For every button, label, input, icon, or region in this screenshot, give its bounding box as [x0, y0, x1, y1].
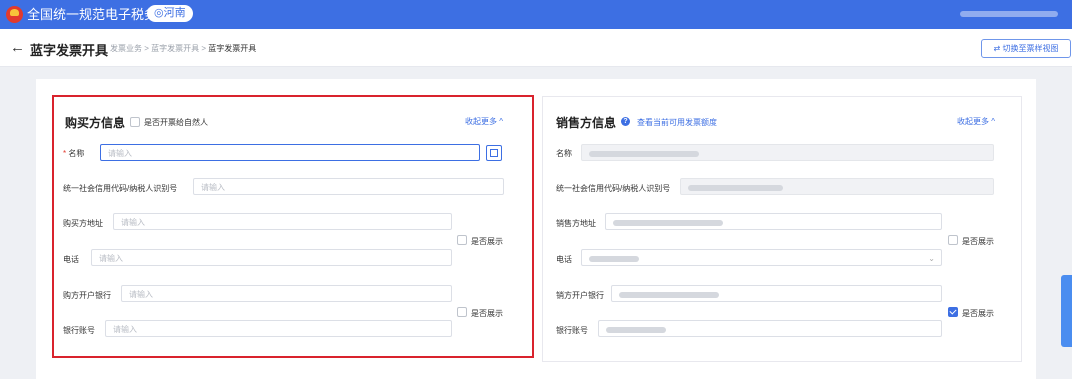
user-name-redacted [960, 11, 1058, 18]
buyer-account-input[interactable]: 请输入 [105, 320, 452, 337]
seller-account-input[interactable] [598, 320, 942, 337]
buyer-tax-id-label: 统一社会信用代码/纳税人识别号 [63, 184, 178, 193]
buyer-info-title: 购买方信息 [65, 116, 126, 130]
redacted-value [606, 326, 666, 333]
side-float-tab[interactable] [1061, 275, 1072, 347]
seller-bank-label: 销方开户银行 [556, 291, 604, 300]
buyer-name-label: * 名称 [63, 149, 85, 158]
seller-phone-label: 电话 [556, 255, 572, 264]
region-badge[interactable]: ◎河南 [147, 5, 193, 22]
seller-address-label: 销售方地址 [556, 219, 596, 228]
seller-bank-show-checkbox[interactable] [948, 307, 958, 317]
seller-bank-input[interactable] [611, 285, 942, 302]
buyer-address-input[interactable]: 请输入 [113, 213, 452, 230]
natural-person-checkbox[interactable] [130, 117, 140, 127]
seller-tax-id-label: 统一社会信用代码/纳税人识别号 [556, 184, 671, 193]
redacted-value [619, 291, 719, 298]
redacted-value [589, 150, 699, 157]
page-header: ← 蓝字发票开具 发票业务 > 蓝字发票开具 > 蓝字发票开具 ⇄ 切换至票样视… [0, 29, 1072, 67]
redacted-value [688, 184, 783, 191]
switch-view-button[interactable]: ⇄ 切换至票样视图 [981, 39, 1071, 58]
buyer-address-show-checkbox[interactable] [457, 235, 467, 245]
buyer-phone-label: 电话 [63, 255, 79, 264]
buyer-bank-label: 购方开户银行 [63, 291, 111, 300]
redacted-value [589, 255, 639, 262]
buyer-account-label: 银行账号 [63, 326, 95, 335]
buyer-collapse-link[interactable]: 收起更多 ^ [465, 116, 503, 127]
buyer-tax-id-input[interactable]: 请输入 [193, 178, 504, 195]
quota-link[interactable]: 查看当前可用发票额度 [637, 117, 717, 128]
user-menu[interactable] [956, 9, 1058, 20]
breadcrumb-current: 蓝字发票开具 [208, 44, 257, 53]
seller-info-title: 销售方信息 [556, 116, 617, 130]
seller-address-show-checkbox[interactable] [948, 235, 958, 245]
back-arrow-icon[interactable]: ← [10, 39, 25, 56]
buyer-address-show-label: 是否展示 [471, 237, 503, 246]
info-icon[interactable]: ? [621, 117, 630, 126]
seller-tax-id-input[interactable] [680, 178, 994, 195]
breadcrumb-item[interactable]: 蓝字发票开具 [151, 44, 199, 53]
buyer-bank-show-label: 是否展示 [471, 309, 503, 318]
seller-name-input[interactable] [581, 144, 994, 161]
buyer-bank-input[interactable]: 请输入 [121, 285, 452, 302]
buyer-info-panel: 购买方信息 是否开票给自然人 收起更多 ^ * 名称 请输入 统一社会信用代码/… [52, 95, 534, 358]
breadcrumb: 发票业务 > 蓝字发票开具 > 蓝字发票开具 [110, 44, 257, 53]
buyer-picker-icon[interactable] [486, 145, 502, 161]
breadcrumb-item[interactable]: 发票业务 [110, 44, 142, 53]
seller-address-input[interactable] [605, 213, 942, 230]
seller-collapse-link[interactable]: 收起更多 ^ [957, 116, 995, 127]
seller-bank-show-label: 是否展示 [962, 309, 994, 318]
page-title: 蓝字发票开具 [30, 43, 109, 58]
buyer-phone-input[interactable]: 请输入 [91, 249, 452, 266]
seller-name-label: 名称 [556, 149, 572, 158]
redacted-value [613, 219, 723, 226]
buyer-name-input[interactable]: 请输入 [100, 144, 480, 161]
seller-info-panel: 销售方信息 ? 查看当前可用发票额度 收起更多 ^ 名称 统一社会信用代码/纳税… [542, 96, 1022, 362]
buyer-bank-show-checkbox[interactable] [457, 307, 467, 317]
tax-emblem-icon [6, 6, 23, 23]
seller-account-label: 银行账号 [556, 326, 588, 335]
seller-address-show-label: 是否展示 [962, 237, 994, 246]
chevron-down-icon[interactable]: ⌄ [928, 250, 935, 267]
seller-phone-select[interactable]: ⌄ [581, 249, 942, 266]
top-bar: 全国统一规范电子税务局 ◎河南 [0, 0, 1072, 29]
natural-person-label: 是否开票给自然人 [144, 118, 208, 127]
buyer-address-label: 购买方地址 [63, 219, 103, 228]
